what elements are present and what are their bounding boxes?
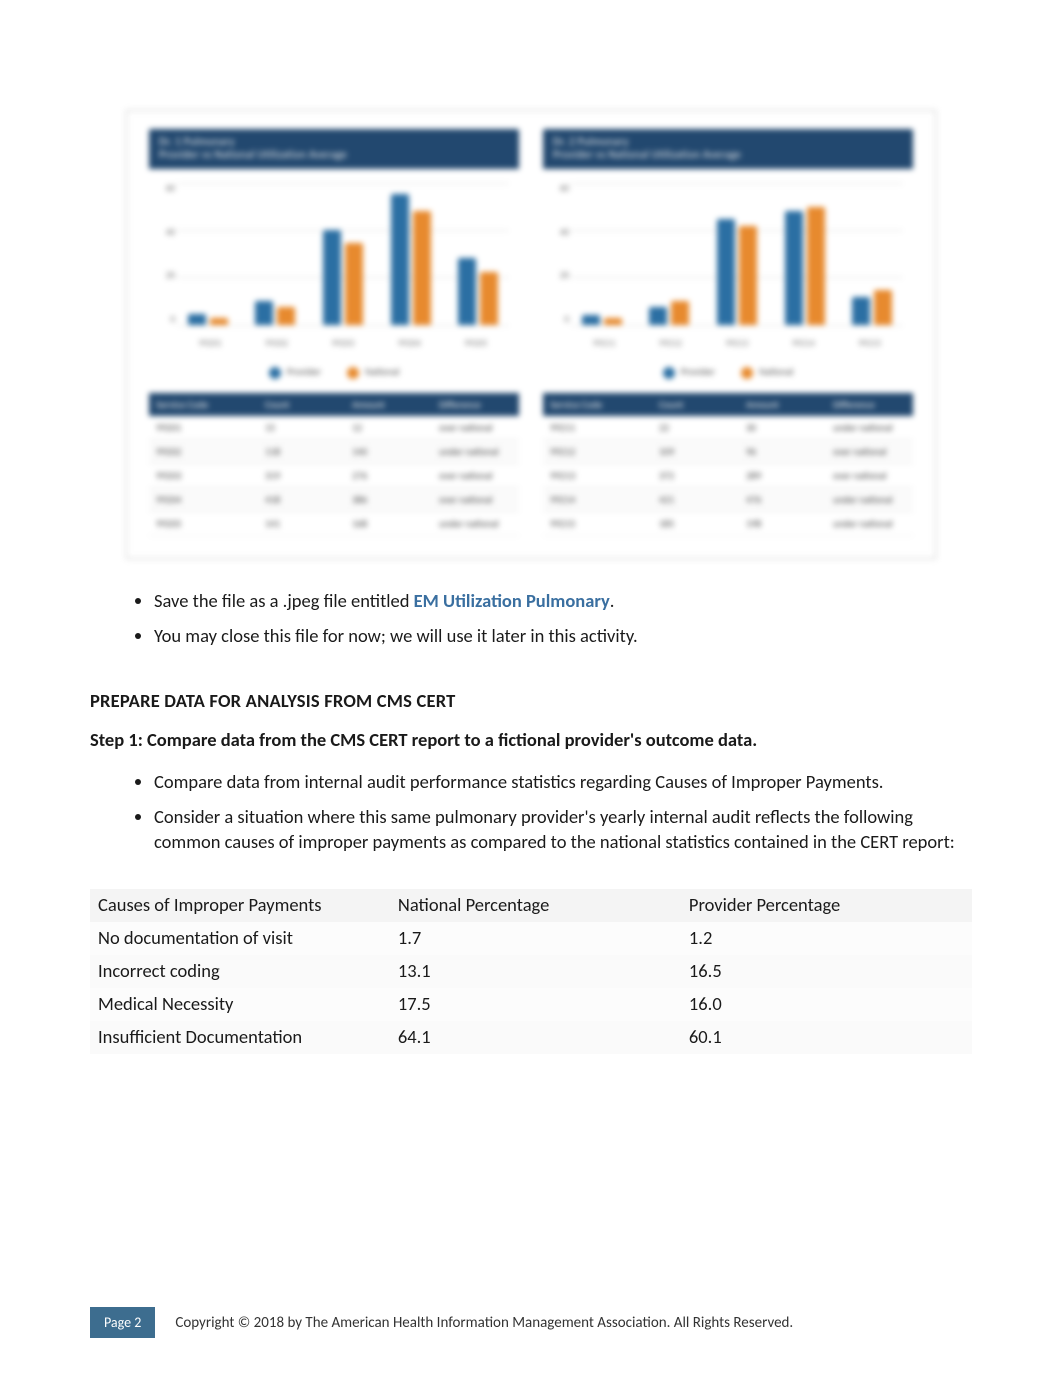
causes-table: Causes of Improper Payments National Per…: [90, 889, 972, 1054]
page-footer: Page 2 Copyright © 2018 by The American …: [90, 1307, 972, 1338]
section-heading: PREPARE DATA FOR ANALYSIS FROM CMS CERT: [90, 689, 972, 714]
x-axis-labels: 9920199202992039920499205: [177, 338, 509, 349]
chart-left: Dr. 1 Pulmonary Provider vs National Uti…: [149, 129, 519, 536]
document-page: Dr. 1 Pulmonary Provider vs National Uti…: [0, 0, 1062, 1376]
list-item: You may close this file for now; we will…: [154, 624, 972, 649]
table-row: Incorrect coding 13.1 16.5: [90, 955, 972, 988]
document-content: Save the file as a .jpeg file entitled E…: [90, 589, 972, 1055]
bullet-list-top: Save the file as a .jpeg file entitled E…: [90, 589, 972, 649]
y-axis: 6040200: [153, 183, 175, 325]
list-item: Consider a situation where this same pul…: [154, 805, 972, 855]
table-header-cell: Provider Percentage: [681, 889, 972, 922]
table-header-row: Causes of Improper Payments National Per…: [90, 889, 972, 922]
step-heading: Step 1: Compare data from the CMS CERT r…: [90, 728, 972, 753]
figure-panel: Dr. 1 Pulmonary Provider vs National Uti…: [126, 110, 936, 559]
legend-item-provider: Provider: [287, 365, 321, 378]
bullet-list-step: Compare data from internal audit perform…: [90, 770, 972, 855]
chart-right: Dr. 2 Pulmonary Provider vs National Uti…: [543, 129, 913, 536]
mini-table-header: Service Code Count Amount Difference: [149, 393, 519, 416]
plot-area: [571, 183, 903, 325]
chart-title-line2: Provider vs National Utilization Average: [159, 148, 509, 161]
bullet-text-prefix: Save the file as a .jpeg file entitled: [154, 589, 414, 612]
chart-title: Dr. 1 Pulmonary Provider vs National Uti…: [149, 129, 519, 169]
bullet-text-suffix: .: [610, 589, 615, 612]
bullet-text: Consider a situation where this same pul…: [154, 805, 955, 853]
legend-item-provider: Provider: [681, 365, 715, 378]
chart-legend: Provider National: [149, 359, 519, 393]
legend-item-national: National: [365, 365, 399, 378]
table-header-cell: Causes of Improper Payments: [90, 889, 390, 922]
page-number-badge: Page 2: [90, 1307, 155, 1338]
chart-title-line1: Dr. 2 Pulmonary: [553, 135, 903, 148]
bullet-text: Compare data from internal audit perform…: [154, 770, 883, 793]
chart-title-line2: Provider vs National Utilization Average: [553, 148, 903, 161]
chart-canvas: 6040200: [543, 169, 913, 359]
highlighted-filename: EM Utilization Pulmonary: [414, 589, 610, 612]
plot-area: [177, 183, 509, 325]
table-row: No documentation of visit 1.7 1.2: [90, 922, 972, 955]
mini-table-body: 992112230under national 9921210996over n…: [543, 416, 913, 536]
list-item: Compare data from internal audit perform…: [154, 770, 972, 795]
table-row: Insufficient Documentation 64.1 60.1: [90, 1021, 972, 1054]
chart-legend: Provider National: [543, 359, 913, 393]
x-axis-labels: 9921199212992139921499215: [571, 338, 903, 349]
mini-table-body: 992011512over national 99202118140under …: [149, 416, 519, 536]
list-item: Save the file as a .jpeg file entitled E…: [154, 589, 972, 614]
mini-table-header: Service Code Count Amount Difference: [543, 393, 913, 416]
table-header-cell: National Percentage: [390, 889, 681, 922]
chart-title-line1: Dr. 1 Pulmonary: [159, 135, 509, 148]
chart-canvas: 6040200: [149, 169, 519, 359]
table-row: Medical Necessity 17.5 16.0: [90, 988, 972, 1021]
chart-title: Dr. 2 Pulmonary Provider vs National Uti…: [543, 129, 913, 169]
copyright-text: Copyright © 2018 by The American Health …: [175, 1314, 793, 1332]
legend-item-national: National: [759, 365, 793, 378]
y-axis: 6040200: [547, 183, 569, 325]
bullet-text: You may close this file for now; we will…: [154, 624, 638, 647]
